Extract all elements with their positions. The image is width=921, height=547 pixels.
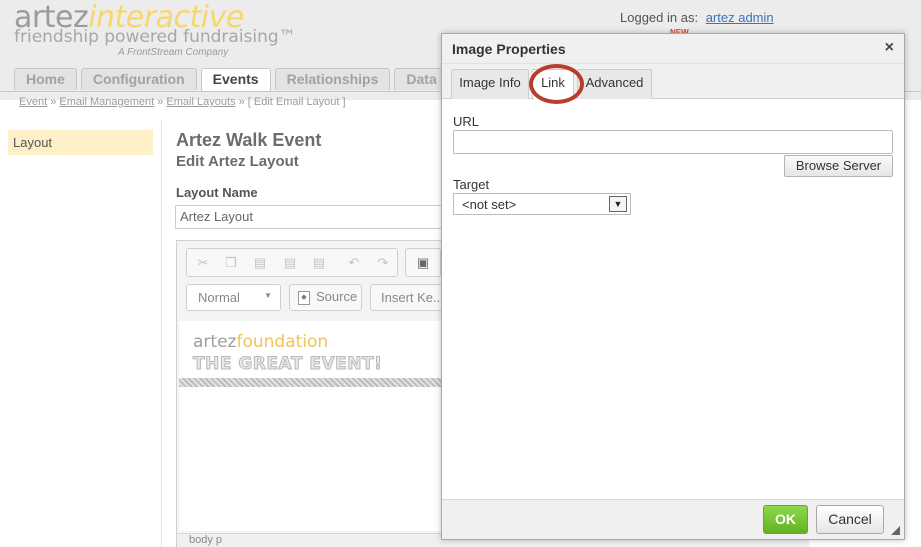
breadcrumb-separator: » — [157, 96, 164, 108]
paste-text-icon[interactable]: ▤ — [282, 256, 298, 270]
tab-image-info[interactable]: Image Info — [451, 69, 529, 99]
tab-configuration[interactable]: Configuration — [80, 68, 197, 90]
cancel-button[interactable]: Cancel — [816, 505, 884, 534]
content-heading: THE GREAT EVENT! — [192, 354, 383, 375]
tab-advanced[interactable]: Advanced — [577, 69, 652, 99]
url-input[interactable] — [453, 130, 893, 154]
source-button[interactable]: ◆ Source — [289, 284, 362, 311]
breadcrumb-email-management[interactable]: Email Management — [59, 96, 154, 108]
breadcrumb-email-layouts[interactable]: Email Layouts — [166, 96, 235, 108]
target-label: Target — [453, 177, 490, 192]
page-title: Edit Artez Layout — [176, 153, 299, 170]
tab-events[interactable]: Events — [200, 68, 271, 92]
format-select-value: Normal — [198, 290, 240, 305]
breadcrumb-separator: » — [50, 96, 57, 108]
source-button-label: Source — [316, 289, 358, 304]
breadcrumb-current: [ Edit Email Layout ] — [247, 96, 346, 108]
dialog-title: Image Properties — [452, 41, 566, 57]
breadcrumb-event[interactable]: Event — [19, 96, 47, 108]
content-logo-secondary: foundation — [236, 332, 329, 352]
paste-icon[interactable]: ▤ — [252, 256, 268, 270]
dropdown-arrow-icon: ▼ — [264, 291, 272, 300]
undo-icon[interactable]: ↶ — [346, 256, 362, 270]
layout-name-label: Layout Name — [176, 185, 258, 200]
close-icon[interactable]: × — [885, 39, 894, 57]
image-properties-dialog: Image Properties × Image Info Link Advan… — [441, 33, 905, 540]
insert-toolbar-group: ▣ — [405, 248, 441, 277]
content-logo-primary: artez — [193, 332, 237, 352]
url-label: URL — [453, 114, 480, 129]
target-select[interactable]: <not set> ▼ — [453, 193, 631, 215]
login-info: Logged in as: artez admin — [620, 10, 774, 25]
sidebar: Layout — [0, 120, 162, 547]
layout-name-input[interactable]: Artez Layout — [175, 205, 465, 229]
event-title: Artez Walk Event — [176, 130, 322, 150]
redo-icon[interactable]: ↷ — [375, 256, 391, 270]
ok-button[interactable]: OK — [763, 505, 808, 534]
main-nav-tabs: Home Configuration Events Relationships … — [14, 68, 475, 92]
dialog-tabs: Image Info Link Advanced — [442, 64, 904, 100]
content-logo: artezfoundation — [193, 332, 328, 352]
chevron-down-icon: ▼ — [609, 196, 627, 212]
source-icon: ◆ — [298, 291, 310, 305]
format-select[interactable]: Normal ▼ — [186, 284, 281, 311]
tab-relationships[interactable]: Relationships — [274, 68, 391, 90]
dialog-header[interactable]: Image Properties × — [442, 34, 904, 64]
breadcrumb-separator: » — [238, 96, 245, 108]
clipboard-toolbar-group: ✂ ❐ ▤ ▤ ▤ ↶ ↷ — [186, 248, 398, 277]
highlight-circle — [529, 64, 584, 104]
breadcrumb: Event » Email Management » Email Layouts… — [19, 96, 346, 108]
cut-icon[interactable]: ✂ — [195, 256, 211, 270]
resize-grip-icon[interactable] — [891, 526, 900, 535]
logo-subtitle: A FrontStream Company — [118, 47, 229, 58]
dialog-footer: OK Cancel — [442, 499, 904, 539]
target-select-value: <not set> — [462, 197, 517, 212]
copy-icon[interactable]: ❐ — [223, 256, 239, 270]
login-user-link[interactable]: artez admin — [706, 10, 774, 25]
browse-server-button[interactable]: Browse Server — [784, 155, 893, 177]
sidebar-item-layout[interactable]: Layout — [8, 130, 153, 155]
image-icon[interactable]: ▣ — [415, 256, 431, 270]
paste-word-icon[interactable]: ▤ — [311, 256, 327, 270]
login-label: Logged in as: — [620, 10, 699, 25]
logo-tagline: friendship powered fundraising™ — [14, 27, 296, 47]
tab-home[interactable]: Home — [14, 68, 77, 90]
